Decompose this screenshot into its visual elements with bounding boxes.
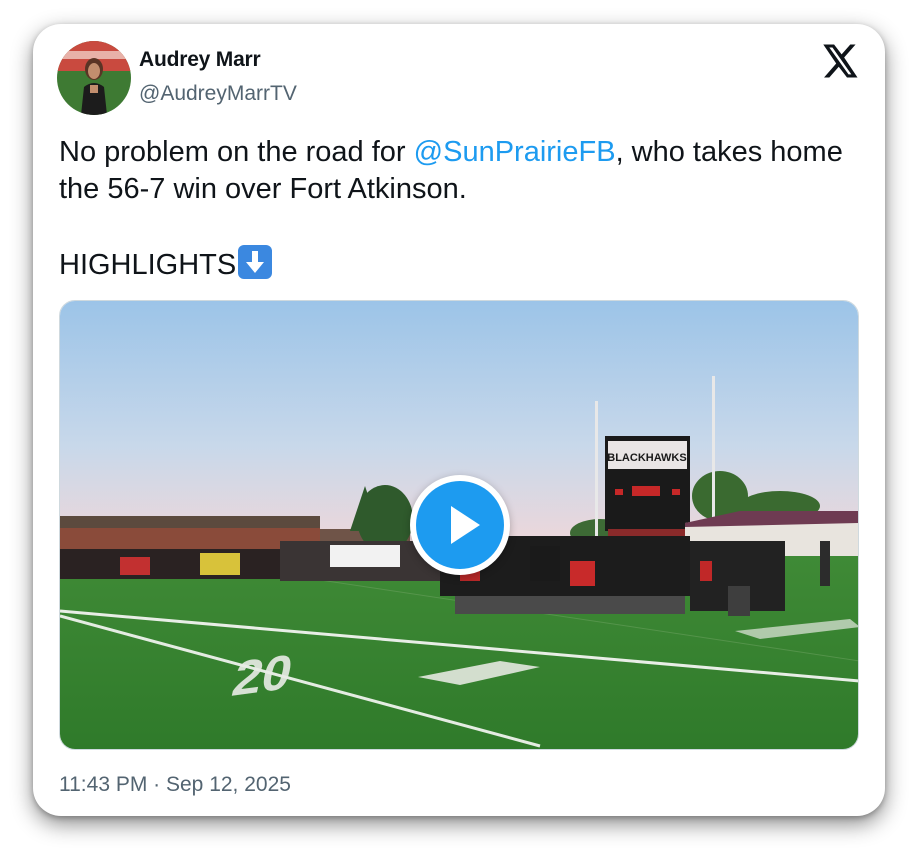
scoreboard-text: BLACKHAWKS: [607, 452, 686, 464]
avatar[interactable]: [57, 41, 131, 115]
mention-link[interactable]: @SunPrairieFB: [414, 136, 616, 168]
handle[interactable]: @AudreyMarrTV: [139, 82, 297, 106]
down-arrow-emoji-icon: [238, 245, 273, 279]
tweet-card: Audrey Marr @AudreyMarrTV No problem on …: [33, 24, 885, 816]
highlights-line: HIGHLIGHTS: [59, 245, 859, 284]
play-button[interactable]: [410, 475, 510, 575]
tweet-text-start: No problem on the road for: [59, 136, 414, 168]
timestamp[interactable]: 11:43 PM · Sep 12, 2025: [59, 773, 291, 797]
tweet-text: No problem on the road for @SunPrairieFB…: [59, 134, 859, 284]
tweet-body: No problem on the road for @SunPrairieFB…: [59, 134, 859, 208]
x-logo-icon[interactable]: [823, 44, 859, 78]
video-thumbnail[interactable]: BLACKHAWKS 20: [59, 300, 859, 750]
play-icon[interactable]: [416, 481, 504, 569]
display-name[interactable]: Audrey Marr: [139, 48, 261, 72]
highlights-text: HIGHLIGHTS: [59, 249, 237, 281]
